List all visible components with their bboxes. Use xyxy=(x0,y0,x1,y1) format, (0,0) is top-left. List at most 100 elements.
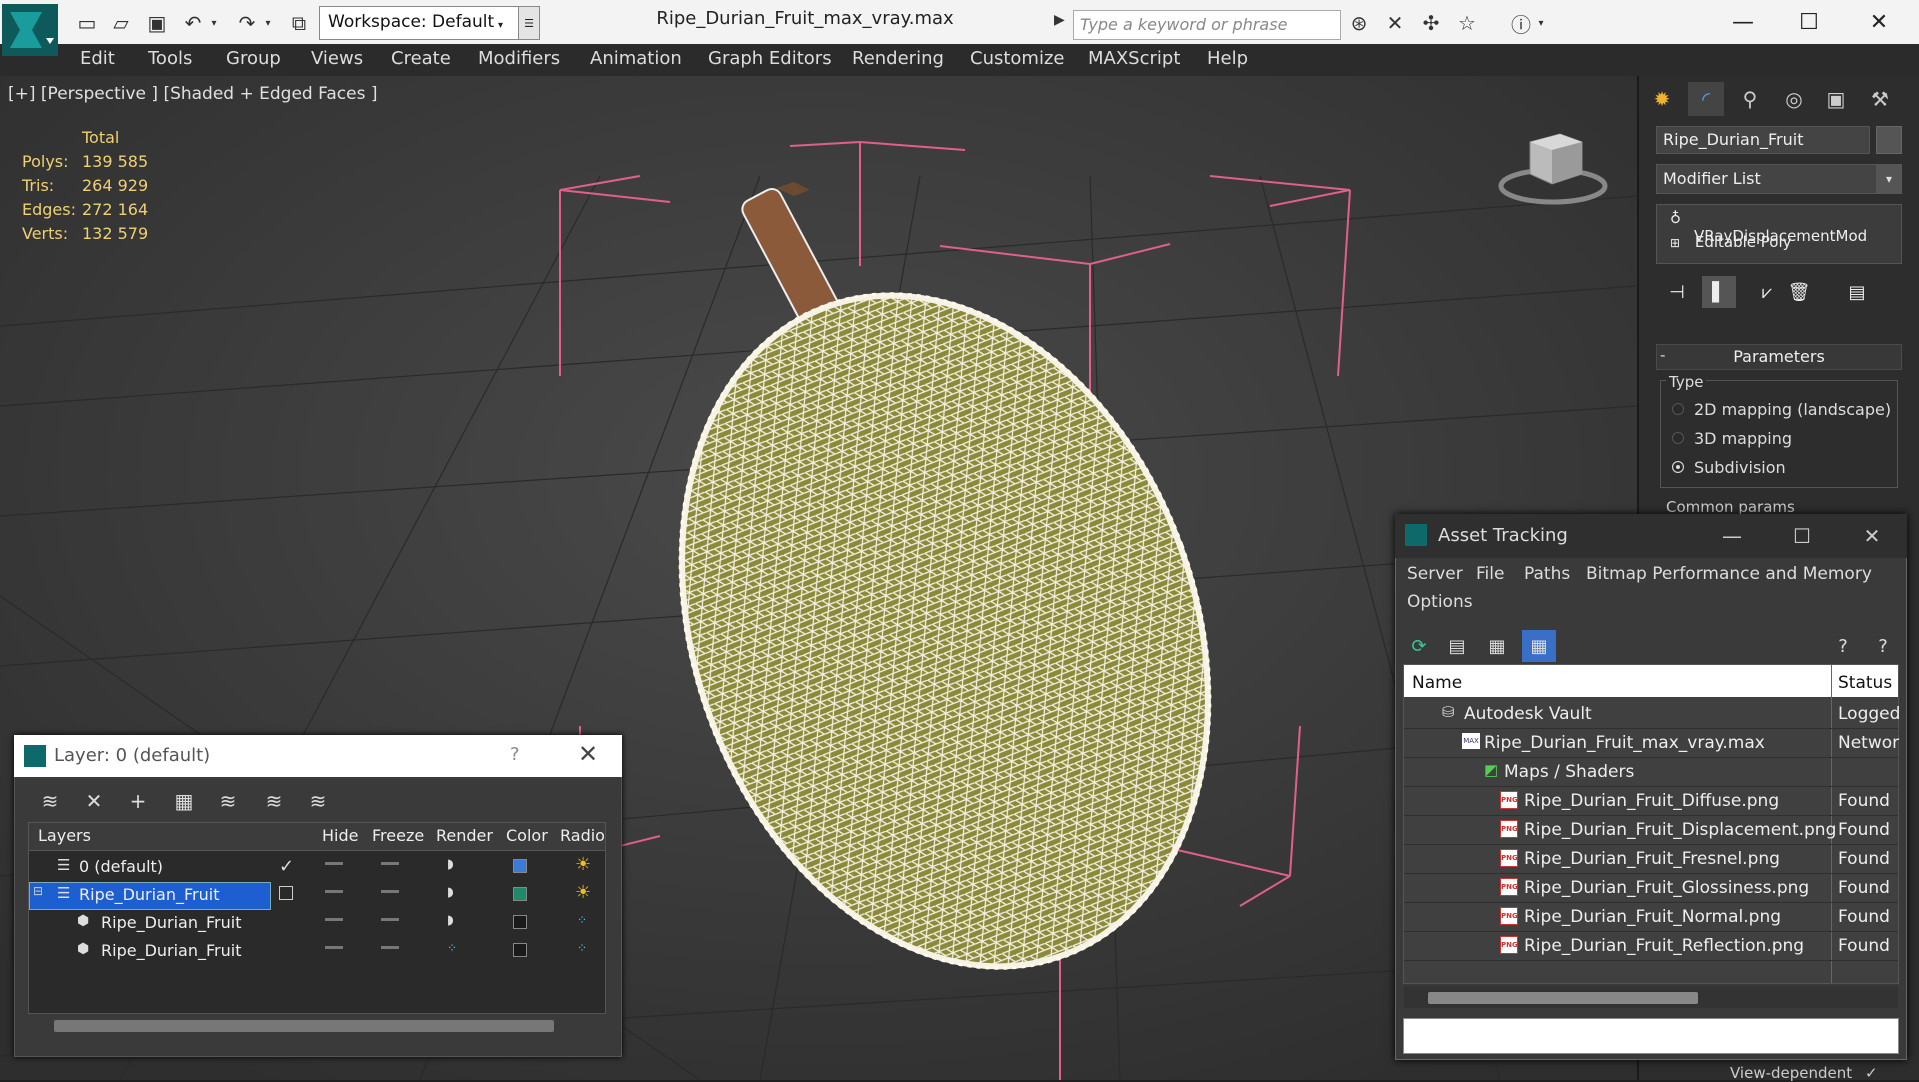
object-name-field[interactable]: Ripe_Durian_Fruit xyxy=(1656,126,1870,154)
menu-rendering[interactable]: Rendering xyxy=(852,48,944,69)
table-row[interactable]: PNG Ripe_Durian_Fruit_Fresnel.png Found xyxy=(1404,846,1898,874)
undo-icon[interactable]: ↶ xyxy=(178,8,208,38)
project-folder-icon[interactable]: ⧉ xyxy=(284,8,314,38)
menu-file[interactable]: File xyxy=(1476,564,1504,584)
maximize-button[interactable]: ☐ xyxy=(1784,4,1834,40)
menu-group[interactable]: Group xyxy=(226,48,281,69)
configure-sets-icon[interactable]: ▤ xyxy=(1840,276,1874,308)
menu-modifiers[interactable]: Modifiers xyxy=(478,48,560,69)
column-radiosity[interactable]: Radiosi xyxy=(560,826,604,845)
table-row[interactable]: ⬢ Ripe_Durian_Fruit ◗ ⁘ xyxy=(29,910,605,938)
menu-views[interactable]: Views xyxy=(311,48,363,69)
column-hide[interactable]: Hide xyxy=(322,826,358,845)
workspace-select[interactable]: Workspace: Default xyxy=(319,6,537,40)
table-row[interactable]: PNG Ripe_Durian_Fruit_Displacement.png F… xyxy=(1404,817,1898,845)
radio-subdivision[interactable]: Subdivision xyxy=(1672,458,1786,477)
remove-modifier-icon[interactable]: 🗑 xyxy=(1782,276,1816,308)
lightbulb-icon[interactable]: ♁ xyxy=(1670,209,1681,227)
help-dropdown-icon[interactable]: ▾ xyxy=(1534,8,1548,38)
menu-customize[interactable]: Customize xyxy=(970,48,1064,69)
pin-stack-icon[interactable]: ⊣ xyxy=(1660,276,1694,308)
scrollbar-thumb[interactable] xyxy=(54,1020,554,1032)
save-icon[interactable]: ▣ xyxy=(142,8,172,38)
table-row[interactable]: ◩ Maps / Shaders xyxy=(1404,759,1898,787)
column-status[interactable]: Status xyxy=(1838,673,1892,693)
list-view-icon[interactable]: ▤ xyxy=(1440,630,1474,662)
viewport-label[interactable]: [+] [Perspective ] [Shaded + Edged Faces… xyxy=(8,84,377,104)
select-objects-icon[interactable]: ▦ xyxy=(168,786,200,816)
delete-layer-icon[interactable]: ✕ xyxy=(78,786,110,816)
freeze-all-icon[interactable]: ≋ xyxy=(302,786,334,816)
search-input[interactable]: Type a keyword or phrase xyxy=(1073,10,1341,40)
menu-help[interactable]: Help xyxy=(1207,48,1248,69)
view-dependent-checkbox[interactable]: View-dependent ✓ xyxy=(1730,1064,1878,1082)
motion-tab-icon[interactable]: ◎ xyxy=(1776,82,1812,116)
expand-plus-icon[interactable]: ⊞ xyxy=(1670,236,1680,250)
table-row[interactable]: PNG Ripe_Durian_Fruit_Glossiness.png Fou… xyxy=(1404,875,1898,903)
minimize-button[interactable]: — xyxy=(1718,4,1768,40)
refresh-icon[interactable]: ⟳ xyxy=(1402,630,1436,662)
table-row[interactable]: PNG Ripe_Durian_Fruit_Diffuse.png Found xyxy=(1404,788,1898,816)
menu-graph-editors[interactable]: Graph Editors xyxy=(708,48,832,69)
column-color[interactable]: Color xyxy=(506,826,548,845)
viewcube-icon[interactable] xyxy=(1498,128,1608,208)
collapse-icon[interactable]: - xyxy=(1660,346,1665,364)
table-view-icon[interactable]: ▦ xyxy=(1522,630,1556,662)
menu-bitmap-performance[interactable]: Bitmap Performance and Memory xyxy=(1586,564,1872,584)
context-help-icon[interactable]: ? xyxy=(1866,630,1900,662)
column-freeze[interactable]: Freeze xyxy=(372,826,424,845)
close-icon[interactable]: ✕ xyxy=(578,740,598,768)
help-button[interactable]: ? xyxy=(510,744,520,765)
favorites-star-icon[interactable]: ☆ xyxy=(1452,8,1482,38)
table-row[interactable]: ⛁ Autodesk Vault Logged xyxy=(1404,701,1900,729)
redo-dropdown-icon[interactable]: ▾ xyxy=(260,8,276,38)
create-tab-icon[interactable]: ✹ xyxy=(1644,82,1680,116)
asset-path-field[interactable] xyxy=(1403,1018,1899,1054)
hierarchy-tab-icon[interactable]: ⚲ xyxy=(1732,82,1768,116)
scrollbar-thumb[interactable] xyxy=(1428,992,1698,1004)
chevron-down-icon[interactable]: ▾ xyxy=(1876,164,1902,194)
radio-3d-mapping[interactable]: 3D mapping xyxy=(1672,429,1792,448)
help-icon[interactable]: ⓘ xyxy=(1506,8,1536,38)
tools-icon[interactable]: ✕ xyxy=(1380,8,1410,38)
table-row[interactable]: PNG Ripe_Durian_Fruit_Normal.png Found xyxy=(1404,904,1898,932)
table-row[interactable]: ☰ 0 (default) ✓ ◗ ☀ xyxy=(29,854,605,882)
column-name[interactable]: Name xyxy=(1412,673,1462,693)
close-button[interactable]: ✕ xyxy=(1854,4,1904,40)
maximize-button[interactable]: ☐ xyxy=(1780,520,1824,552)
undo-dropdown-icon[interactable]: ▾ xyxy=(206,8,222,38)
utilities-tab-icon[interactable]: ⚒ xyxy=(1862,82,1898,116)
parameters-rollout[interactable]: Parameters xyxy=(1656,344,1902,370)
menu-tools[interactable]: Tools xyxy=(148,48,192,69)
app-logo-icon[interactable] xyxy=(2,4,58,56)
hide-all-icon[interactable]: ≋ xyxy=(258,786,290,816)
open-file-icon[interactable]: ▱ xyxy=(106,8,136,38)
object-color-swatch[interactable] xyxy=(1876,126,1902,154)
menu-create[interactable]: Create xyxy=(391,48,451,69)
new-layer-icon[interactable]: ≋ xyxy=(34,786,66,816)
show-end-result-icon[interactable]: ▌ xyxy=(1702,276,1736,308)
binoculars-icon[interactable]: ⊛ xyxy=(1344,8,1374,38)
table-row[interactable]: ⬢ Ripe_Durian_Fruit ⁘ ⁘ xyxy=(29,938,605,966)
table-row[interactable]: MAX Ripe_Durian_Fruit_max_vray.max Netwo… xyxy=(1404,730,1899,758)
redo-icon[interactable]: ↷ xyxy=(232,8,262,38)
table-row[interactable]: PNG Ripe_Durian_Fruit_Reflection.png Fou… xyxy=(1404,933,1898,961)
menu-server[interactable]: Server xyxy=(1407,564,1463,584)
minimize-button[interactable]: — xyxy=(1710,520,1754,552)
radio-2d-mapping[interactable]: 2D mapping (landscape) xyxy=(1672,400,1891,419)
add-to-layer-icon[interactable]: + xyxy=(122,786,154,816)
menu-animation[interactable]: Animation xyxy=(590,48,682,69)
column-render[interactable]: Render xyxy=(436,826,493,845)
stack-item-editable-poly[interactable]: ⊞ Editable Poly xyxy=(1660,231,1898,255)
make-unique-icon[interactable]: ⩗ xyxy=(1750,276,1784,308)
menu-edit[interactable]: Edit xyxy=(80,48,115,69)
table-row[interactable]: ⊟ ☰ Ripe_Durian_Fruit ◗ ☀ xyxy=(29,882,605,910)
column-layers[interactable]: Layers xyxy=(38,826,91,845)
menu-maxscript[interactable]: MAXScript xyxy=(1088,48,1180,69)
help-icon[interactable]: ? xyxy=(1826,630,1860,662)
subscription-icon[interactable]: ✣ xyxy=(1416,8,1446,38)
menu-paths[interactable]: Paths xyxy=(1524,564,1570,584)
modifier-list-dropdown[interactable]: Modifier List xyxy=(1656,164,1902,194)
thumbnail-view-icon[interactable]: ▦ xyxy=(1480,630,1514,662)
workspace-menu-button[interactable]: ☰ xyxy=(518,6,540,40)
